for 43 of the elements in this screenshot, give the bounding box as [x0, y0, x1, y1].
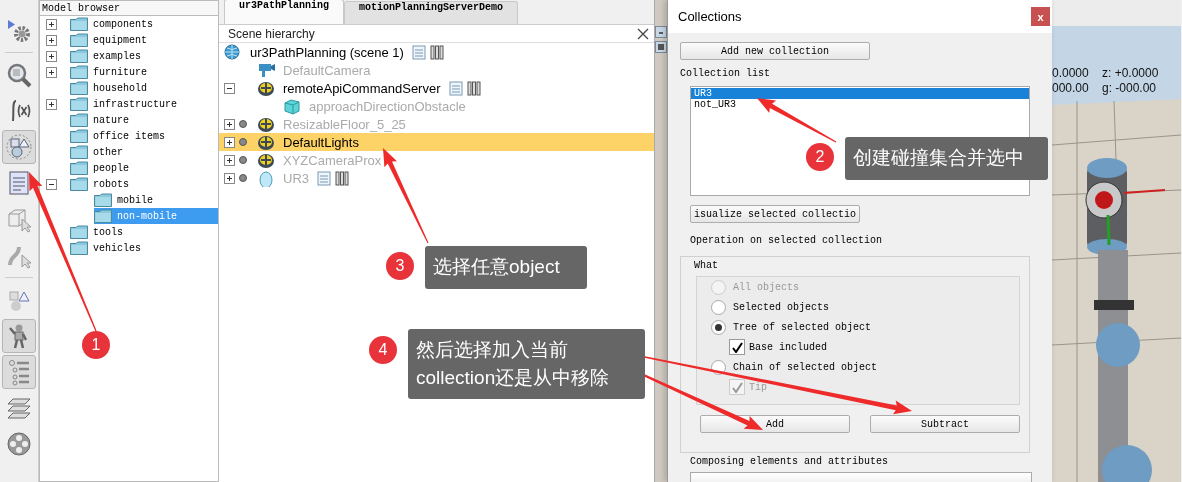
item-label: DefaultLights	[283, 134, 359, 150]
panel-title: Model browser	[39, 0, 219, 16]
coordinate-readout: g: -000.00	[1102, 81, 1158, 96]
item-label: equipment	[93, 34, 147, 46]
item-label: infrastructure	[93, 98, 177, 110]
option-label: Selected objects	[733, 301, 829, 313]
section-label: Collection list	[680, 68, 770, 80]
panel-title: Scene hierarchy	[228, 26, 315, 41]
item-label: mobile	[117, 194, 153, 206]
item-label: XYZCameraProx	[283, 152, 382, 168]
item-label: robots	[93, 178, 129, 190]
item-label: people	[93, 162, 129, 174]
item-label: ResizableFloor_5_25	[283, 116, 406, 132]
option-label: Tree of selected object	[733, 321, 872, 333]
item-label: DefaultCamera	[283, 62, 371, 78]
option-label: Chain of selected object	[733, 361, 878, 373]
coordinate-readout: 000.00	[1052, 81, 1090, 96]
option-label: Tip	[749, 381, 767, 393]
callout-tooltip: 创建碰撞集合并选中	[845, 137, 1048, 180]
section-label: Composing elements and attributes	[690, 456, 889, 468]
item-label: non-mobile	[117, 210, 177, 222]
item-label: furniture	[93, 66, 147, 78]
item-label: approachDirectionObstacle	[309, 98, 466, 114]
section-label: Operation on selected collection	[690, 235, 883, 247]
item-label: office items	[93, 130, 165, 142]
item-label: household	[93, 82, 147, 94]
item-label: remoteApiCommandServer	[283, 80, 441, 96]
dialog-title: Collections	[678, 9, 742, 24]
item-label: nature	[93, 114, 129, 126]
coordinate-readout: 0.0000	[1052, 66, 1090, 81]
item-label: examples	[93, 50, 141, 62]
item-label: other	[93, 146, 123, 158]
option-label: Base included	[749, 341, 827, 353]
item-label: ur3PathPlanning (scene 1)	[250, 44, 404, 60]
callout-tooltip: 选择任意object	[425, 246, 587, 289]
item-label: tools	[93, 226, 123, 238]
coordinate-readout: z: +0.0000	[1102, 66, 1160, 81]
item-label: vehicles	[93, 242, 141, 254]
callout-tooltip: 然后选择加入当前collection还是从中移除	[408, 329, 645, 399]
option-label: All objects	[733, 281, 799, 293]
group-title: What	[694, 260, 719, 271]
item-label: UR3	[283, 170, 309, 186]
item-label: components	[93, 18, 153, 30]
